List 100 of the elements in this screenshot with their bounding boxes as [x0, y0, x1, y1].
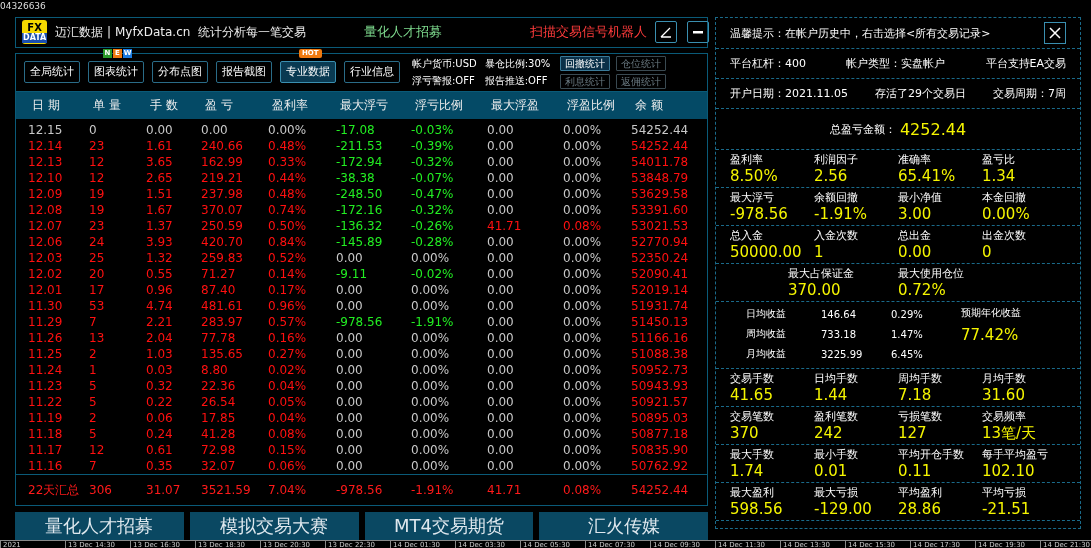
tab[interactable]: 报告截图	[216, 61, 272, 84]
table-cell-text: 11.30	[28, 298, 64, 314]
stat-value: 3.00	[898, 205, 933, 223]
table-cell-text: 0.00	[487, 394, 515, 410]
stat-value: 0.29%	[891, 308, 924, 320]
stat-value: 370.00	[788, 281, 842, 299]
table-cell-text: -0.32%	[411, 154, 455, 170]
table-cell-text: 0.00%	[411, 378, 451, 394]
table-cell-text: 1.67	[146, 202, 174, 218]
stat-value: 2.56	[814, 167, 849, 185]
stat-label: 出金次数	[982, 229, 1027, 243]
minimize-icon[interactable]	[687, 21, 710, 44]
stat-label: 盈利笔数	[814, 410, 859, 424]
table-cell-text: 0.55	[146, 266, 174, 282]
angle-icon[interactable]	[655, 21, 678, 44]
table-cell-text: 5	[89, 378, 98, 394]
tab[interactable]: 行业信息	[344, 61, 400, 84]
column-header: 盈 亏	[204, 97, 234, 114]
stat-value: 102.10	[982, 462, 1036, 480]
table-cell-text: 50921.57	[631, 394, 690, 410]
stat-label: 日均手数	[814, 372, 859, 386]
table-cell-text: 54252.44	[631, 122, 690, 138]
table-cell-text: 370.07	[201, 202, 244, 218]
summary-cell-text: 22天汇总	[28, 482, 81, 499]
table-cell-text: 50895.03	[631, 410, 690, 426]
table-cell-text: 0.00	[487, 330, 515, 346]
table-cell-text: 420.70	[201, 234, 244, 250]
table-cell-text: 2.04	[146, 330, 174, 346]
banner-button[interactable]: 模拟交易大赛	[189, 512, 359, 540]
stat-value: 28.86	[898, 500, 942, 518]
table-cell-text: 87.40	[201, 282, 237, 298]
table-cell-text: 2.65	[146, 170, 174, 186]
table-cell-text: 0.00	[487, 234, 515, 250]
table-cell-text: 1.51	[146, 186, 174, 202]
table-cell-text: 0.00%	[563, 154, 603, 170]
table-cell-text: 0.00	[487, 298, 515, 314]
stat-value: -129.00	[814, 500, 873, 518]
table-cell-text: 0.00	[487, 378, 515, 394]
stat-label: 入金次数	[814, 229, 859, 243]
stats-button[interactable]: 回撤统计	[560, 55, 611, 71]
account-detail: 平台支持EA交易	[985, 56, 1066, 71]
stat-label: 每手平均盈亏	[982, 448, 1049, 462]
stat-value: -21.51	[982, 500, 1032, 518]
stat-value: 1.74	[730, 462, 765, 480]
table-cell-text: 0.00	[487, 170, 515, 186]
stat-value: 0.11	[898, 462, 933, 480]
table-cell-text: 11.24	[28, 362, 64, 378]
table-cell-text: 1.61	[146, 138, 174, 154]
stat-value: 13笔/天	[982, 424, 1038, 442]
recruit-link[interactable]: 量化人才招募	[364, 23, 443, 42]
table-cell-text: 0.00%	[411, 458, 451, 474]
tab[interactable]: 全局统计	[24, 61, 80, 84]
table-cell-text: 52090.41	[631, 266, 690, 282]
table-cell-text: 0.00%	[563, 426, 603, 442]
table-cell-text: 51088.38	[631, 346, 690, 362]
table-cell-text: 0.17%	[268, 282, 308, 298]
table-cell-text: 11.16	[28, 458, 64, 474]
stat-label: 盈亏比	[982, 153, 1016, 167]
table-cell-text: 0.00	[487, 410, 515, 426]
stat-label: 平均亏损	[982, 486, 1027, 500]
stat-label: 平均盈利	[898, 486, 943, 500]
table-cell-text: 17	[89, 282, 106, 298]
table-cell-text: 0.00%	[563, 378, 603, 394]
table-cell-text: 0.00%	[563, 442, 603, 458]
table-cell-text: 77.78	[201, 330, 237, 346]
table-cell-text: 0.74%	[268, 202, 308, 218]
table-cell-text: 17.85	[201, 410, 237, 426]
column-header: 余 额	[634, 97, 664, 114]
table-cell-text: -172.16	[336, 202, 384, 218]
table-cell-text: -0.03%	[411, 122, 455, 138]
table-cell-text: 0.00%	[563, 282, 603, 298]
table-cell-text: 0.00%	[411, 298, 451, 314]
tab[interactable]: 分布点图	[152, 61, 208, 84]
table-cell-text: 0.00	[487, 250, 515, 266]
total-label: 总盈亏金额：	[829, 121, 896, 137]
stat-label: 周均收益	[746, 327, 787, 341]
stat-label: 本金回撤	[982, 191, 1027, 205]
table-cell-text: 12	[89, 154, 106, 170]
account-info: 报告推送:OFF	[484, 74, 549, 88]
stat-label: 亏损笔数	[898, 410, 943, 424]
table-cell-text: 0.00	[487, 442, 515, 458]
table-cell-text: 11.29	[28, 314, 64, 330]
robot-link[interactable]: 扫描交易信号机器人	[530, 23, 648, 42]
table-cell-text: 0.06	[146, 410, 174, 426]
table-cell-text: -978.56	[336, 314, 384, 330]
banner-button[interactable]: 汇火传媒	[539, 512, 708, 540]
table-cell-text: 135.65	[201, 346, 244, 362]
table-cell-text: 3.93	[146, 234, 174, 250]
table-cell-text: 0.00%	[563, 202, 603, 218]
account-info: 帐户货币:USD	[412, 57, 477, 71]
banner-button[interactable]: 量化人才招募	[15, 512, 184, 540]
table-cell-text: 0.96	[146, 282, 174, 298]
table-cell-text: 0.00%	[268, 122, 308, 138]
close-icon[interactable]	[1044, 22, 1066, 44]
table-cell-text: -145.89	[336, 234, 384, 250]
table-cell-text: 0.00	[336, 394, 364, 410]
table-cell-text: 22.36	[201, 378, 237, 394]
account-detail: 帐户类型：实盘帐户	[846, 56, 946, 71]
banner-button[interactable]: MT4交易期货	[364, 512, 534, 540]
account-info: 浮亏警报:OFF	[412, 74, 476, 88]
